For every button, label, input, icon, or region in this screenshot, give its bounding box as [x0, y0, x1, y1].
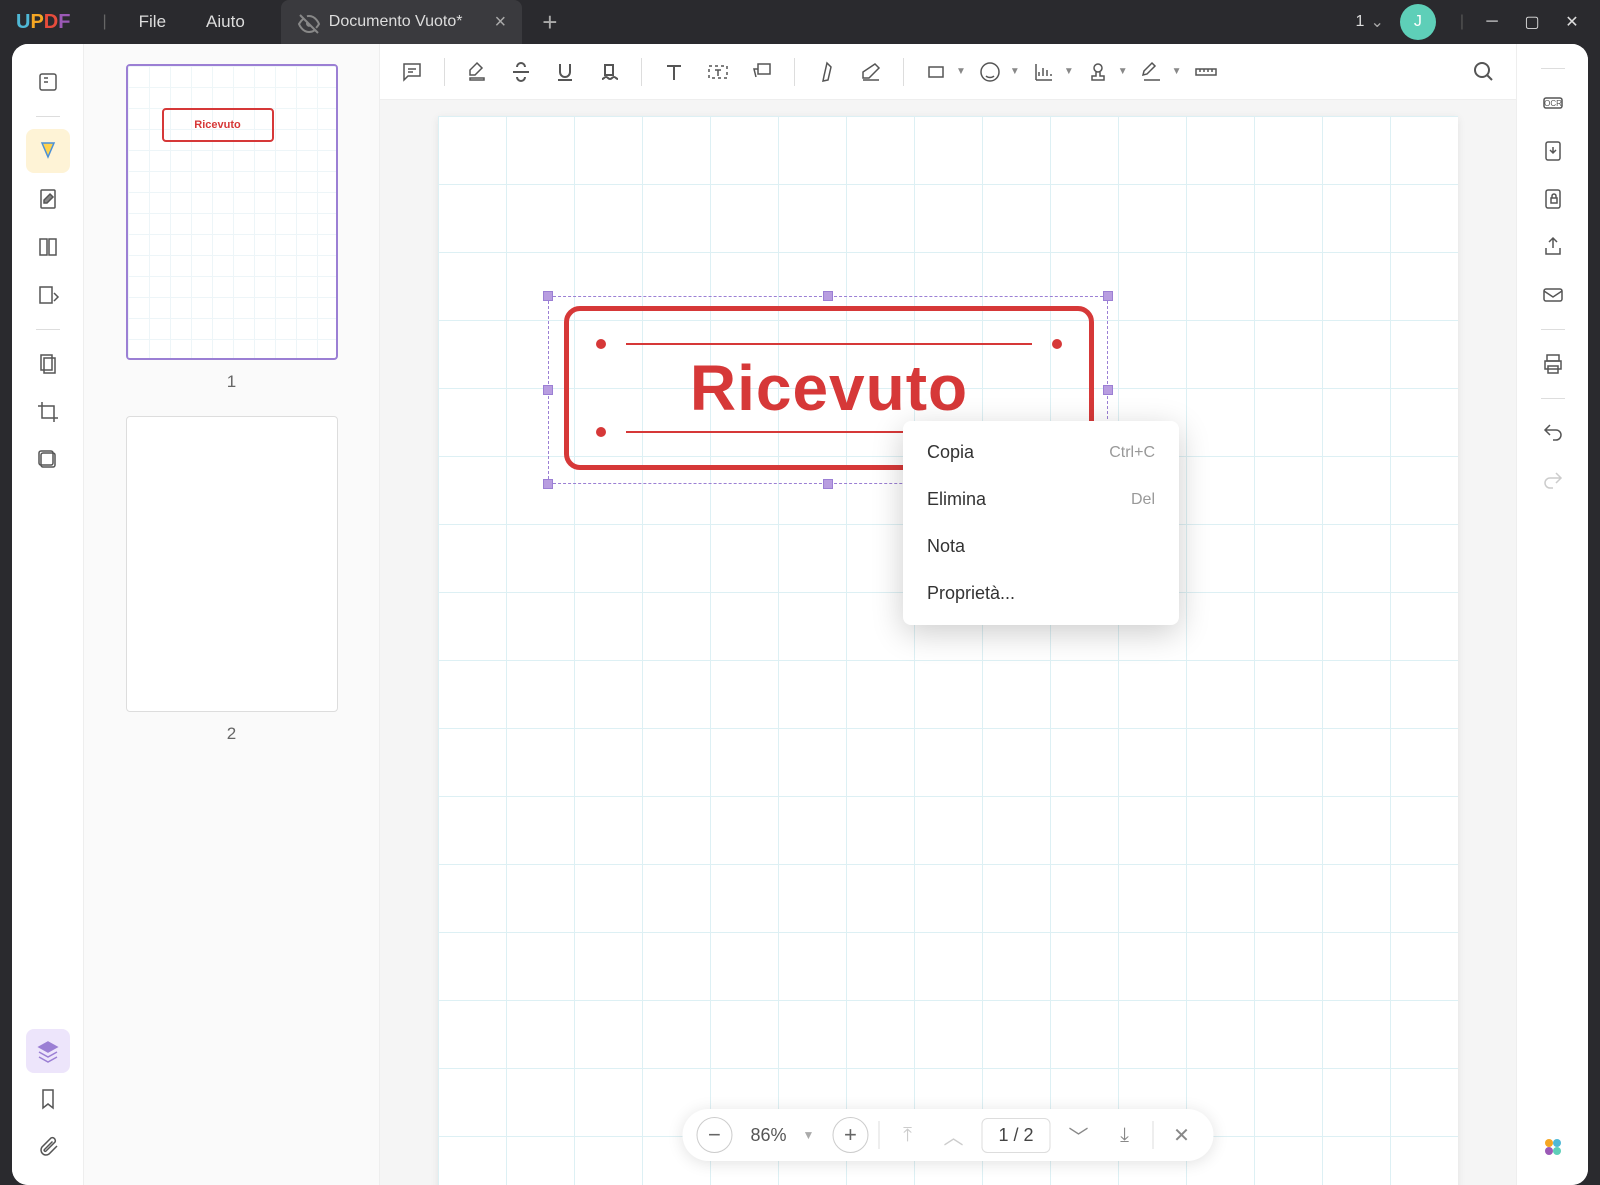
- first-page-button[interactable]: ⤒: [889, 1117, 925, 1153]
- resize-handle[interactable]: [823, 479, 833, 489]
- menu-file[interactable]: File: [119, 2, 186, 42]
- thumbnail-page-2[interactable]: 2: [104, 416, 359, 744]
- canvas-container[interactable]: Ricevuto Copia Ctrl+C Elimina Del Nota: [380, 100, 1516, 1185]
- reader-mode-button[interactable]: [26, 60, 70, 104]
- context-menu-properties[interactable]: Proprietà...: [903, 570, 1179, 617]
- undo-button[interactable]: [1531, 411, 1575, 455]
- export-button[interactable]: [1531, 129, 1575, 173]
- top-toolbar: ▼ ▼ ▼ ▼ ▼: [380, 44, 1516, 100]
- ocr-button[interactable]: OCR: [1531, 81, 1575, 125]
- left-sidebar: [12, 44, 84, 1185]
- textbox-tool-button[interactable]: [698, 52, 738, 92]
- text-tool-button[interactable]: [654, 52, 694, 92]
- separator: |: [1460, 13, 1464, 31]
- search-button[interactable]: [1464, 52, 1504, 92]
- avatar[interactable]: J: [1400, 4, 1436, 40]
- chevron-down-icon: ▼: [803, 1128, 815, 1142]
- account-dropdown[interactable]: ⌄: [1370, 12, 1383, 32]
- edit-mode-button[interactable]: [26, 177, 70, 221]
- underline-tool-button[interactable]: [545, 52, 585, 92]
- comment-tool-button[interactable]: [392, 52, 432, 92]
- tab-title: Documento Vuoto*: [329, 13, 463, 31]
- stamp-text: Ricevuto: [690, 351, 968, 425]
- maximize-button[interactable]: ▢: [1512, 2, 1552, 42]
- squiggly-tool-button[interactable]: [589, 52, 629, 92]
- context-menu-copy[interactable]: Copia Ctrl+C: [903, 429, 1179, 476]
- separator: [36, 116, 60, 117]
- resize-handle[interactable]: [543, 479, 553, 489]
- share-button[interactable]: [1531, 225, 1575, 269]
- chevron-down-icon[interactable]: ▼: [1010, 66, 1020, 77]
- page-canvas[interactable]: Ricevuto Copia Ctrl+C Elimina Del Nota: [438, 116, 1458, 1185]
- close-button[interactable]: ✕: [1552, 2, 1592, 42]
- print-button[interactable]: [1531, 342, 1575, 386]
- thumbnail-page-number: 2: [104, 724, 359, 744]
- thumbnail-page-number: 1: [104, 372, 359, 392]
- menu-help[interactable]: Aiuto: [186, 2, 265, 42]
- svg-text:OCR: OCR: [1544, 99, 1562, 108]
- highlight-tool-button[interactable]: [457, 52, 497, 92]
- separator: [36, 329, 60, 330]
- email-button[interactable]: [1531, 273, 1575, 317]
- watermark-button[interactable]: [26, 438, 70, 482]
- callout-tool-button[interactable]: [742, 52, 782, 92]
- thumbnail-panel: Ricevuto 1 2: [84, 44, 380, 1185]
- pencil-tool-button[interactable]: [807, 52, 847, 92]
- close-tab-button[interactable]: ×: [495, 11, 507, 34]
- crop-button[interactable]: [26, 390, 70, 434]
- context-menu: Copia Ctrl+C Elimina Del Nota Proprietà.…: [903, 421, 1179, 625]
- minimize-button[interactable]: ─: [1472, 2, 1512, 42]
- resize-handle[interactable]: [1103, 291, 1113, 301]
- resize-handle[interactable]: [543, 291, 553, 301]
- separator: |: [102, 13, 106, 31]
- bottom-navigation-bar: − 86% ▼ + ⤒ ︿ 1 / 2 ﹀ ⤓ ✕: [682, 1109, 1213, 1161]
- thumbnail-page-1[interactable]: Ricevuto 1: [104, 64, 359, 392]
- strikethrough-tool-button[interactable]: [501, 52, 541, 92]
- zoom-level-dropdown[interactable]: 86% ▼: [742, 1125, 822, 1146]
- page-grid: [438, 116, 1458, 1185]
- close-bar-button[interactable]: ✕: [1164, 1117, 1200, 1153]
- right-sidebar: OCR: [1516, 44, 1588, 1185]
- resize-handle[interactable]: [823, 291, 833, 301]
- eye-off-icon: [297, 12, 317, 32]
- rectangle-tool-button[interactable]: [916, 52, 956, 92]
- page-tools-button[interactable]: [26, 225, 70, 269]
- resize-handle[interactable]: [1103, 385, 1113, 395]
- account-number: 1: [1356, 13, 1365, 31]
- signature-tool-button[interactable]: [1132, 52, 1172, 92]
- protect-button[interactable]: [1531, 177, 1575, 221]
- attachment-button[interactable]: [26, 1125, 70, 1169]
- next-page-button[interactable]: ﹀: [1061, 1117, 1097, 1153]
- page-number-input[interactable]: 1 / 2: [981, 1118, 1050, 1153]
- context-menu-delete[interactable]: Elimina Del: [903, 476, 1179, 523]
- layers-button[interactable]: [26, 1029, 70, 1073]
- bookmark-button[interactable]: [26, 1077, 70, 1121]
- chart-tool-button[interactable]: [1024, 52, 1064, 92]
- comment-mode-button[interactable]: [26, 129, 70, 173]
- chevron-down-icon[interactable]: ▼: [1118, 66, 1128, 77]
- last-page-button[interactable]: ⤓: [1107, 1117, 1143, 1153]
- ruler-tool-button[interactable]: [1186, 52, 1226, 92]
- chevron-down-icon[interactable]: ▼: [1064, 66, 1074, 77]
- redo-button[interactable]: [1531, 459, 1575, 503]
- context-menu-note[interactable]: Nota: [903, 523, 1179, 570]
- resize-handle[interactable]: [543, 385, 553, 395]
- zoom-out-button[interactable]: −: [696, 1117, 732, 1153]
- content-area: ▼ ▼ ▼ ▼ ▼: [380, 44, 1516, 1185]
- fill-sign-button[interactable]: [26, 273, 70, 317]
- zoom-in-button[interactable]: +: [832, 1117, 868, 1153]
- chevron-down-icon[interactable]: ▼: [1172, 66, 1182, 77]
- ai-assistant-button[interactable]: [1531, 1125, 1575, 1169]
- eraser-tool-button[interactable]: [851, 52, 891, 92]
- thumbnail-stamp: Ricevuto: [162, 108, 274, 142]
- sticker-tool-button[interactable]: [970, 52, 1010, 92]
- document-tab[interactable]: Documento Vuoto* ×: [281, 0, 522, 44]
- titlebar: UPDF | File Aiuto Documento Vuoto* × + 1…: [0, 0, 1600, 44]
- app-logo: UPDF: [16, 11, 70, 34]
- prev-page-button[interactable]: ︿: [935, 1117, 971, 1153]
- chevron-down-icon[interactable]: ▼: [956, 66, 966, 77]
- stamp-tool-button[interactable]: [1078, 52, 1118, 92]
- add-tab-button[interactable]: +: [542, 7, 557, 38]
- organize-pages-button[interactable]: [26, 342, 70, 386]
